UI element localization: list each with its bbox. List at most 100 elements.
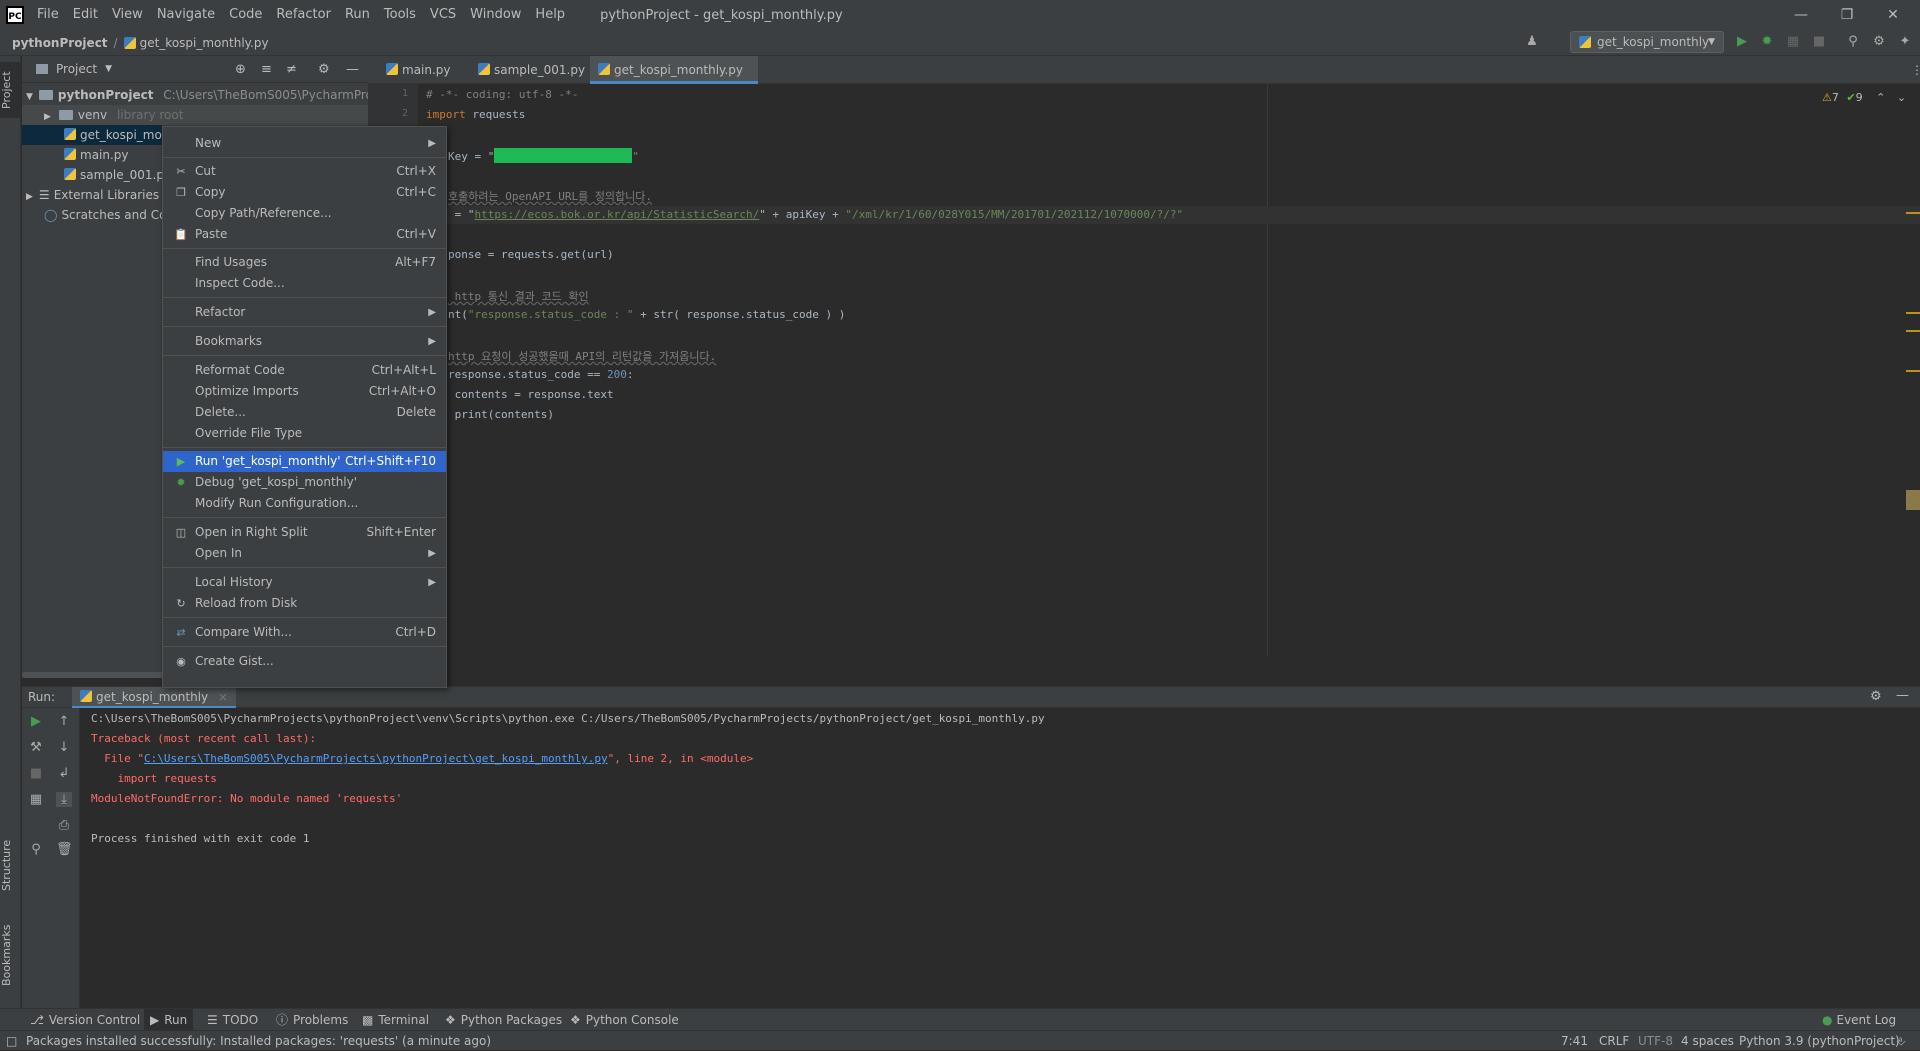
menu-item-optimize-imports[interactable]: Optimize Imports Ctrl+Alt+O [163, 381, 446, 402]
menu-item-open-right-split[interactable]: ◫ Open in Right Split Shift+Enter [163, 522, 446, 543]
menu-view[interactable]: View [105, 0, 150, 30]
tool-run[interactable]: ▶ Run [144, 1009, 194, 1031]
search-icon[interactable]: ⚲ [1845, 34, 1861, 50]
stop-icon[interactable]: ■ [1811, 34, 1827, 50]
tree-item-file[interactable]: sample_001.py [22, 165, 171, 185]
arrow-up-icon[interactable]: ↑ [56, 714, 72, 729]
menu-item-debug[interactable]: ✹ Debug 'get_kospi_monthly' [163, 472, 446, 493]
file-encoding[interactable]: UTF-8 [1638, 1031, 1673, 1051]
menu-item-paste[interactable]: 📋 Paste Ctrl+V [163, 224, 446, 245]
menu-refactor[interactable]: Refactor [269, 0, 338, 30]
gear-icon[interactable]: ⚙ [318, 62, 330, 77]
menu-item-local-history[interactable]: Local History ▶ [163, 572, 446, 593]
chevron-up-icon[interactable]: ⌃ [1876, 91, 1885, 104]
menu-file[interactable]: File [30, 0, 66, 30]
project-pane-title[interactable]: Project [56, 62, 97, 76]
menu-edit[interactable]: Edit [66, 0, 105, 30]
tab-get-kospi-monthly[interactable]: get_kospi_monthly.py × [590, 56, 758, 105]
gear-icon[interactable]: ⚙ [1871, 34, 1887, 50]
tree-item-file[interactable]: main.py [22, 145, 129, 165]
arrow-down-icon[interactable]: ↓ [56, 740, 72, 755]
tab-bookmarks[interactable]: Bookmarks [0, 915, 21, 995]
hide-icon[interactable]: — [346, 62, 359, 77]
menu-navigate[interactable]: Navigate [150, 0, 222, 30]
breadcrumb-project[interactable]: pythonProject [12, 36, 108, 50]
rerun-icon[interactable]: ▶ [28, 714, 44, 729]
trash-icon[interactable]: 🗑 [56, 842, 73, 857]
hide-icon[interactable]: — [1896, 688, 1909, 703]
menu-help[interactable]: Help [528, 0, 572, 30]
run-icon[interactable]: ▶ [1734, 34, 1750, 50]
minimize-icon[interactable]: — [1778, 0, 1824, 30]
menu-item-open-in[interactable]: Open In ▶ [163, 543, 446, 564]
user-icon[interactable]: ♟ [1524, 34, 1540, 50]
lock-icon[interactable]: ⎀ [1896, 1031, 1906, 1051]
tree-root[interactable]: ▼ pythonProject C:\Users\TheBomS005\Pycha… [26, 85, 390, 105]
breadcrumb-file[interactable]: get_kospi_monthly.py [140, 36, 269, 50]
python-interpreter[interactable]: Python 3.9 (pythonProject) [1739, 1031, 1900, 1051]
menu-item-find-usages[interactable]: Find Usages Alt+F7 [163, 252, 446, 273]
tool-todo[interactable]: ☰ TODO [207, 1009, 258, 1031]
chevron-down-icon[interactable]: ⌄ [1897, 91, 1906, 104]
locate-icon[interactable]: ⊕ [235, 62, 246, 77]
close-icon[interactable]: ✕ [1870, 0, 1916, 30]
tree-item-venv[interactable]: ▶ venv library root [22, 105, 368, 125]
tool-python-packages[interactable]: ❖ Python Packages [445, 1009, 562, 1031]
menu-item-delete[interactable]: Delete... Delete [163, 402, 446, 423]
tab-structure[interactable]: Structure [0, 830, 21, 900]
line-separator[interactable]: CRLF [1599, 1031, 1629, 1051]
menu-item-inspect-code[interactable]: Inspect Code... [163, 273, 446, 294]
tool-problems[interactable]: ⓘ Problems [276, 1009, 348, 1031]
tool-python-console[interactable]: ❖ Python Console [570, 1009, 679, 1031]
coverage-icon[interactable]: ▦ [1785, 34, 1801, 50]
menu-item-bookmarks[interactable]: Bookmarks ▶ [163, 331, 446, 352]
menu-item-compare-with[interactable]: ⇄ Compare With... Ctrl+D [163, 622, 446, 643]
scroll-to-end-icon[interactable]: ⤓ [56, 792, 72, 807]
expand-all-icon[interactable]: ≡ [261, 62, 272, 77]
tree-item-external-libraries[interactable]: ▶ ☰ External Libraries [26, 185, 159, 205]
menu-item-copy-path[interactable]: Copy Path/Reference... [163, 203, 446, 224]
stop-icon[interactable]: ■ [28, 766, 44, 781]
menu-code[interactable]: Code [222, 0, 269, 30]
collapse-all-icon[interactable]: ≠ [286, 62, 297, 77]
tool-terminal[interactable]: ▩ Terminal [362, 1009, 429, 1031]
tree-item-scratches[interactable]: ◯Scratches and Consoles [26, 205, 162, 225]
menu-window[interactable]: Window [463, 0, 528, 30]
status-toggle-icon[interactable]: □ [6, 1031, 17, 1051]
status-message[interactable]: Packages installed successfully: Install… [26, 1031, 491, 1051]
menu-item-override-file-type[interactable]: Override File Type [163, 423, 446, 444]
caret-position[interactable]: 7:41 [1561, 1031, 1588, 1051]
menu-run[interactable]: Run [338, 0, 377, 30]
more-tabs-icon[interactable]: ⋮ [1903, 56, 1920, 84]
tree-item-file[interactable]: get_kospi_monthly.py [22, 125, 209, 145]
run-config-dropdown[interactable]: get_kospi_monthly ▼ [1570, 31, 1724, 53]
menu-item-reformat[interactable]: Reformat Code Ctrl+Alt+L [163, 360, 446, 381]
menu-item-cut[interactable]: ✂ Cut Ctrl+X [163, 161, 446, 182]
menu-vcs[interactable]: VCS [423, 0, 463, 30]
inspection-widget[interactable]: ⚠7 ✔9 ⌃ ⌄ [1822, 91, 1906, 104]
tab-sample-001[interactable]: sample_001.py × [470, 56, 590, 105]
print-icon[interactable]: ⎙ [56, 818, 72, 833]
layout-icon[interactable]: ▦ [28, 792, 44, 807]
menu-item-run[interactable]: ▶ Run 'get_kospi_monthly' Ctrl+Shift+F10 [163, 451, 446, 472]
tab-project[interactable]: Project [0, 62, 21, 118]
tool-version-control[interactable]: ⎇ Version Control [30, 1009, 140, 1031]
editor-scrollbar[interactable] [1906, 490, 1920, 510]
debug-icon[interactable]: ✹ [1759, 34, 1775, 50]
restore-icon[interactable]: ❐ [1824, 0, 1870, 30]
menu-tools[interactable]: Tools [377, 0, 423, 30]
menu-item-create-gist[interactable]: ◉ Create Gist... [163, 651, 446, 672]
traceback-file-link[interactable]: C:\Users\TheBomS005\PycharmProjects\pyth… [144, 752, 608, 765]
menu-item-refactor[interactable]: Refactor ▶ [163, 302, 446, 323]
tab-main-py[interactable]: main.py × [378, 56, 470, 105]
tool-event-log[interactable]: ● Event Log [1822, 1009, 1896, 1031]
wrench-icon[interactable]: ⚒ [28, 740, 44, 755]
indent-setting[interactable]: 4 spaces [1681, 1031, 1734, 1051]
menu-item-new[interactable]: New ▶ [163, 133, 446, 154]
warning-stripe-mark[interactable] [1906, 370, 1920, 372]
menu-item-modify-run-config[interactable]: Modify Run Configuration... [163, 493, 446, 514]
run-tab[interactable]: get_kospi_monthly × [72, 687, 237, 708]
menu-item-reload[interactable]: ↻ Reload from Disk [163, 593, 446, 614]
close-icon[interactable]: × [218, 690, 228, 704]
warning-stripe-mark[interactable] [1906, 212, 1920, 214]
